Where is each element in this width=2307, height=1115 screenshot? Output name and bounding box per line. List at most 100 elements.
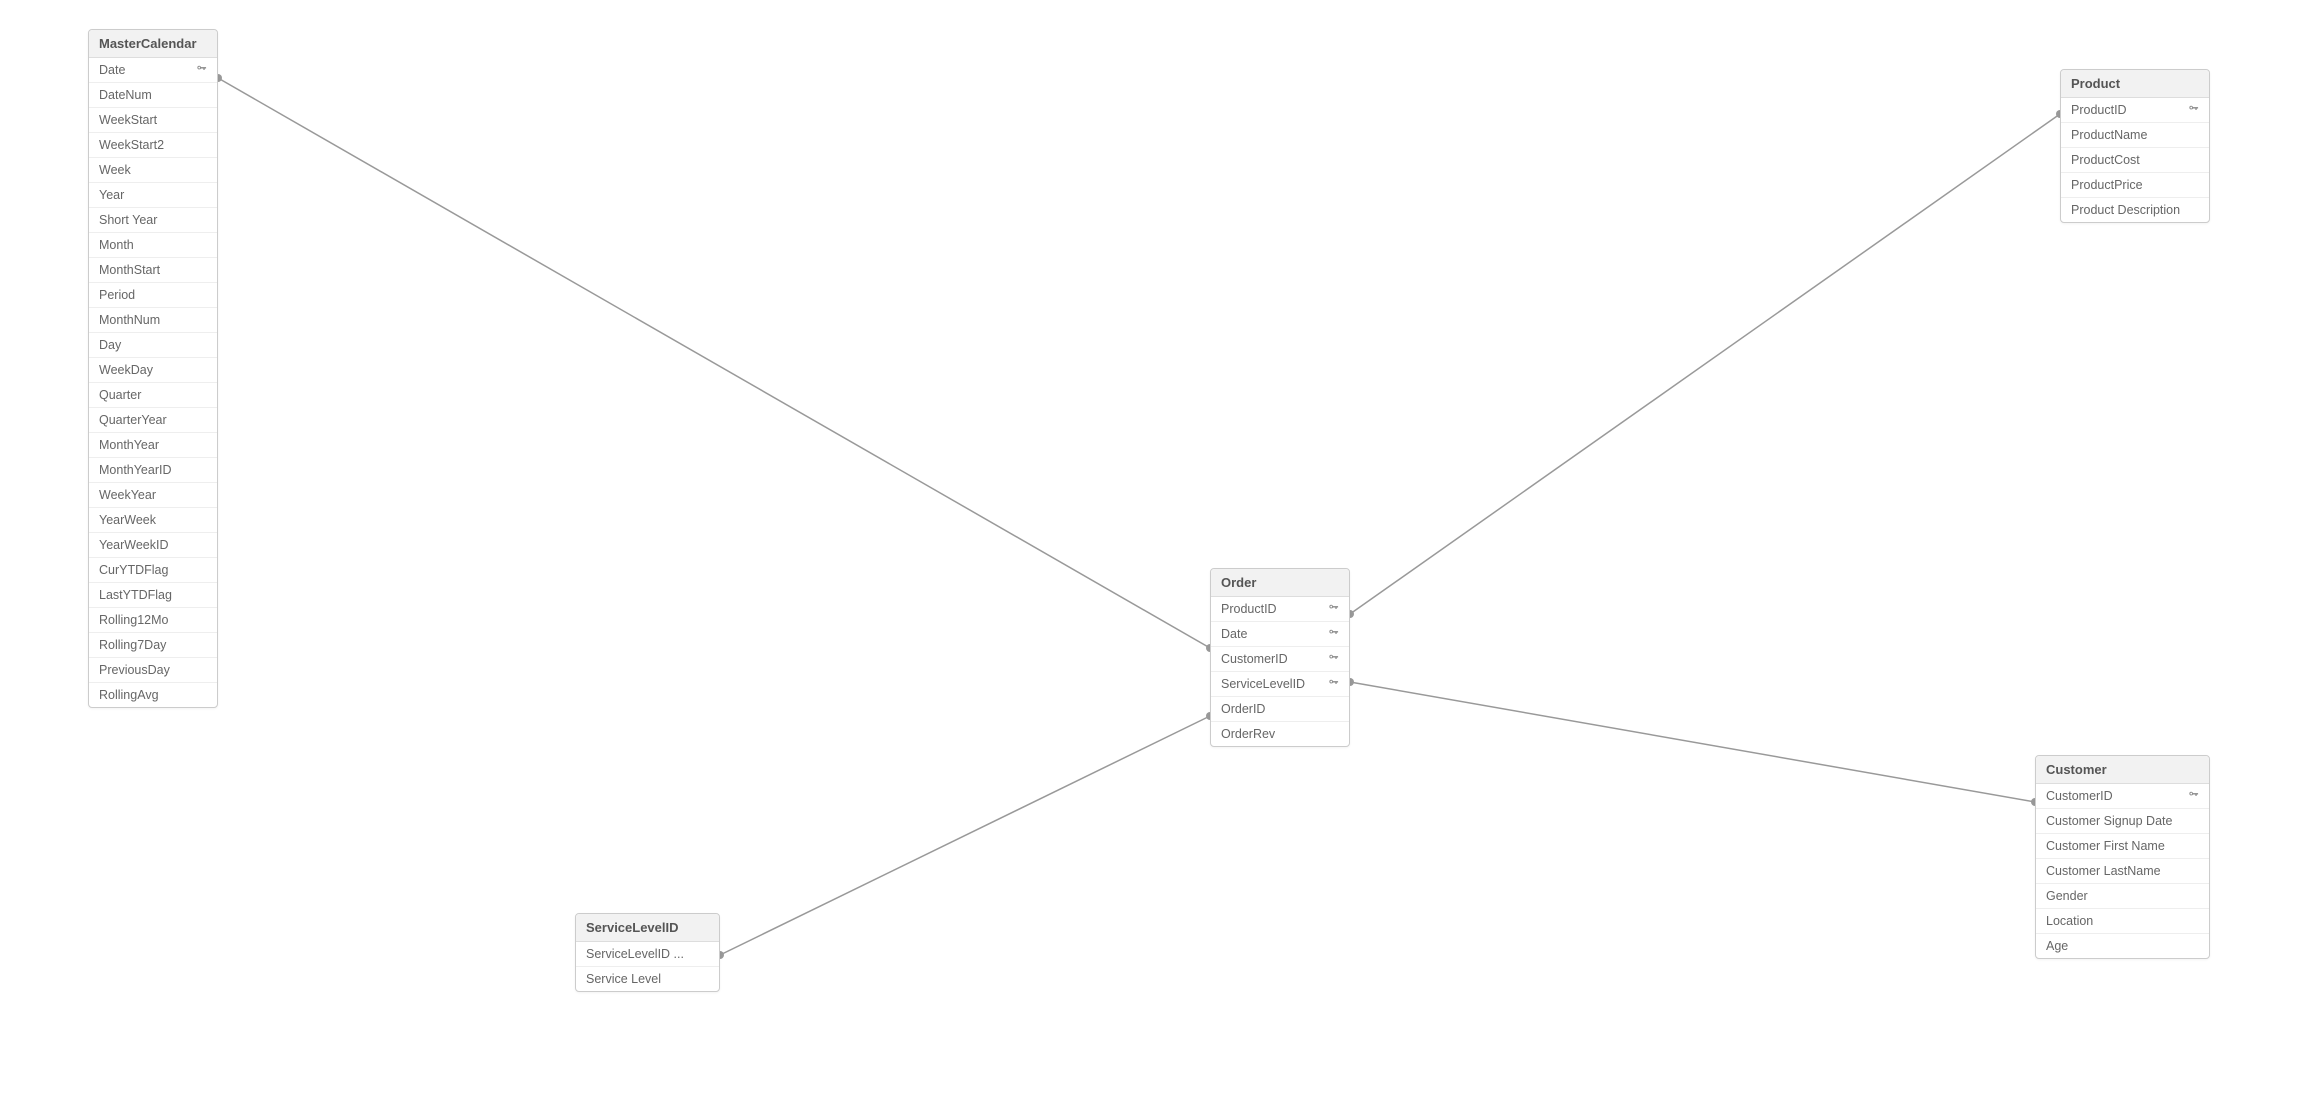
field-label: Short Year bbox=[99, 213, 157, 227]
table-field[interactable]: Rolling7Day bbox=[89, 633, 217, 658]
table-field[interactable]: Product Description bbox=[2061, 198, 2209, 222]
field-label: Customer First Name bbox=[2046, 839, 2165, 853]
field-label: Rolling12Mo bbox=[99, 613, 168, 627]
table-master-calendar[interactable]: MasterCalendar Date DateNum WeekStart WeekSt… bbox=[88, 29, 218, 708]
table-field[interactable]: Location bbox=[2036, 909, 2209, 934]
table-service-level[interactable]: ServiceLevelID ServiceLevelID ... Service … bbox=[575, 913, 720, 992]
field-label: ProductID bbox=[1221, 602, 1277, 616]
field-label: ProductID bbox=[2071, 103, 2127, 117]
key-icon bbox=[1328, 652, 1339, 666]
table-order[interactable]: Order ProductID Date CustomerID ServiceLevel… bbox=[1210, 568, 1350, 747]
table-field[interactable]: RollingAvg bbox=[89, 683, 217, 707]
table-field[interactable]: WeekYear bbox=[89, 483, 217, 508]
field-label: WeekStart2 bbox=[99, 138, 164, 152]
field-label: YearWeek bbox=[99, 513, 156, 527]
table-field[interactable]: ProductID bbox=[1211, 597, 1349, 622]
field-label: Year bbox=[99, 188, 124, 202]
table-product[interactable]: Product ProductID ProductName ProductCost Pr… bbox=[2060, 69, 2210, 223]
table-field[interactable]: ProductName bbox=[2061, 123, 2209, 148]
field-label: DateNum bbox=[99, 88, 152, 102]
field-label: Customer Signup Date bbox=[2046, 814, 2172, 828]
table-field[interactable]: YearWeek bbox=[89, 508, 217, 533]
table-field[interactable]: CurYTDFlag bbox=[89, 558, 217, 583]
table-header[interactable]: Order bbox=[1211, 569, 1349, 597]
table-field[interactable]: MonthStart bbox=[89, 258, 217, 283]
table-field[interactable]: MonthYear bbox=[89, 433, 217, 458]
table-field[interactable]: PreviousDay bbox=[89, 658, 217, 683]
table-header[interactable]: ServiceLevelID bbox=[576, 914, 719, 942]
diagram-canvas[interactable]: MasterCalendar Date DateNum WeekStart WeekSt… bbox=[0, 0, 2307, 1115]
table-field[interactable]: WeekStart bbox=[89, 108, 217, 133]
key-icon bbox=[1328, 627, 1339, 641]
table-header[interactable]: Customer bbox=[2036, 756, 2209, 784]
field-label: ProductCost bbox=[2071, 153, 2140, 167]
field-label: OrderRev bbox=[1221, 727, 1275, 741]
table-field[interactable]: Customer LastName bbox=[2036, 859, 2209, 884]
table-field[interactable]: Customer Signup Date bbox=[2036, 809, 2209, 834]
field-label: Customer LastName bbox=[2046, 864, 2161, 878]
field-label: Product Description bbox=[2071, 203, 2180, 217]
table-field[interactable]: MonthYearID bbox=[89, 458, 217, 483]
table-field[interactable]: ServiceLevelID ... bbox=[576, 942, 719, 967]
table-field[interactable]: Year bbox=[89, 183, 217, 208]
field-label: CustomerID bbox=[2046, 789, 2113, 803]
table-field[interactable]: Age bbox=[2036, 934, 2209, 958]
connection-line bbox=[218, 78, 1210, 648]
table-field[interactable]: Customer First Name bbox=[2036, 834, 2209, 859]
table-field[interactable]: ProductID bbox=[2061, 98, 2209, 123]
field-label: MonthStart bbox=[99, 263, 160, 277]
table-header[interactable]: MasterCalendar bbox=[89, 30, 217, 58]
table-field[interactable]: DateNum bbox=[89, 83, 217, 108]
field-label: RollingAvg bbox=[99, 688, 159, 702]
field-label: Location bbox=[2046, 914, 2093, 928]
field-label: Gender bbox=[2046, 889, 2088, 903]
table-field[interactable]: Quarter bbox=[89, 383, 217, 408]
table-field[interactable]: LastYTDFlag bbox=[89, 583, 217, 608]
field-label: ServiceLevelID ... bbox=[586, 947, 684, 961]
table-field[interactable]: OrderID bbox=[1211, 697, 1349, 722]
field-label: LastYTDFlag bbox=[99, 588, 172, 602]
field-label: WeekStart bbox=[99, 113, 157, 127]
table-field[interactable]: Week bbox=[89, 158, 217, 183]
table-field[interactable]: QuarterYear bbox=[89, 408, 217, 433]
table-field[interactable]: Period bbox=[89, 283, 217, 308]
table-field[interactable]: WeekDay bbox=[89, 358, 217, 383]
table-field[interactable]: Month bbox=[89, 233, 217, 258]
table-field[interactable]: CustomerID bbox=[2036, 784, 2209, 809]
table-customer[interactable]: Customer CustomerID Customer Signup Date Cu… bbox=[2035, 755, 2210, 959]
field-label: Month bbox=[99, 238, 134, 252]
field-label: ProductPrice bbox=[2071, 178, 2143, 192]
table-field[interactable]: Date bbox=[1211, 622, 1349, 647]
table-field[interactable]: Rolling12Mo bbox=[89, 608, 217, 633]
table-field[interactable]: WeekStart2 bbox=[89, 133, 217, 158]
table-header[interactable]: Product bbox=[2061, 70, 2209, 98]
field-label: QuarterYear bbox=[99, 413, 167, 427]
field-label: Date bbox=[99, 63, 125, 77]
field-label: Rolling7Day bbox=[99, 638, 166, 652]
table-field[interactable]: Short Year bbox=[89, 208, 217, 233]
connection-line bbox=[720, 716, 1210, 955]
field-label: WeekDay bbox=[99, 363, 153, 377]
connection-line bbox=[1350, 682, 2035, 802]
table-field[interactable]: Day bbox=[89, 333, 217, 358]
field-label: ServiceLevelID bbox=[1221, 677, 1305, 691]
table-field[interactable]: CustomerID bbox=[1211, 647, 1349, 672]
field-label: Date bbox=[1221, 627, 1247, 641]
table-field[interactable]: OrderRev bbox=[1211, 722, 1349, 746]
table-field[interactable]: Date bbox=[89, 58, 217, 83]
field-label: ProductName bbox=[2071, 128, 2147, 142]
table-field[interactable]: YearWeekID bbox=[89, 533, 217, 558]
table-field[interactable]: ProductCost bbox=[2061, 148, 2209, 173]
table-field[interactable]: ServiceLevelID bbox=[1211, 672, 1349, 697]
key-icon bbox=[2188, 789, 2199, 803]
field-label: Week bbox=[99, 163, 131, 177]
field-label: OrderID bbox=[1221, 702, 1265, 716]
key-icon bbox=[1328, 602, 1339, 616]
table-field[interactable]: Service Level bbox=[576, 967, 719, 991]
table-field[interactable]: MonthNum bbox=[89, 308, 217, 333]
table-field[interactable]: Gender bbox=[2036, 884, 2209, 909]
table-field[interactable]: ProductPrice bbox=[2061, 173, 2209, 198]
field-label: PreviousDay bbox=[99, 663, 170, 677]
field-label: Day bbox=[99, 338, 121, 352]
field-label: WeekYear bbox=[99, 488, 156, 502]
